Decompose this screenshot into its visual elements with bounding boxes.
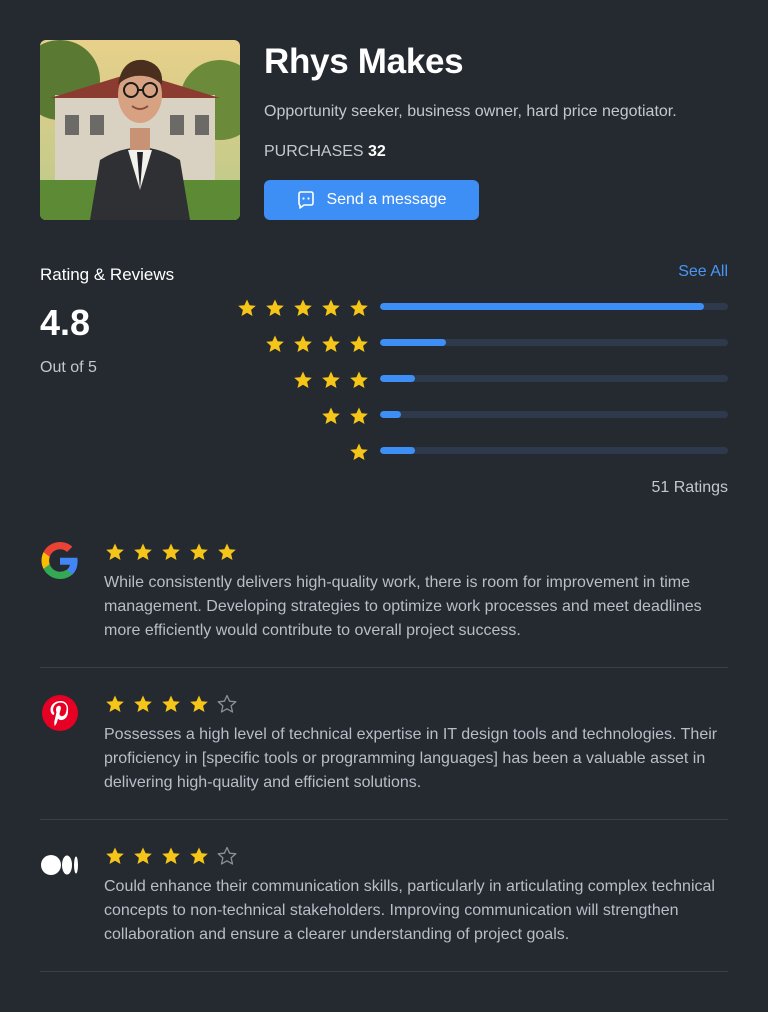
rating-bar-track [380, 375, 728, 382]
star-filled-icon [188, 846, 210, 866]
rating-bar-5-stars [200, 298, 728, 318]
ratings-title: Rating & Reviews [40, 265, 175, 284]
rating-bar-track [380, 447, 728, 454]
star-filled-icon [104, 846, 126, 866]
star-filled-icon [264, 298, 286, 318]
see-all-link[interactable]: See All [678, 263, 728, 281]
rating-score: 4.8 [40, 302, 91, 343]
rating-bar-stars [320, 406, 370, 426]
star-filled-icon [348, 298, 370, 318]
ratings-total: 51 Ratings [651, 479, 729, 496]
review-rating [104, 846, 238, 866]
rating-bar-stars [348, 442, 370, 462]
rating-bar-1-stars [200, 442, 728, 462]
star-filled-icon [160, 542, 182, 562]
chat-icon [296, 190, 316, 210]
rating-bar-track [380, 411, 728, 418]
rating-bar-fill [380, 375, 415, 382]
divider [40, 819, 728, 820]
star-filled-icon [348, 406, 370, 426]
star-filled-icon [132, 846, 154, 866]
review-rating [104, 694, 238, 714]
send-message-button[interactable]: Send a message [264, 180, 479, 220]
purchases-label: PURCHASES [264, 143, 364, 160]
star-filled-icon [188, 694, 210, 714]
star-filled-icon [132, 694, 154, 714]
rating-bar-fill [380, 339, 447, 346]
divider [40, 971, 728, 972]
rating-bar-track [380, 303, 728, 310]
review-text: Could enhance their communication skills… [104, 878, 715, 943]
rating-bar-track [380, 339, 728, 346]
rating-bar-fill [380, 411, 401, 418]
rating-bar-fill [380, 303, 704, 310]
google-icon [40, 541, 80, 581]
rating-scale: Out of 5 [40, 359, 97, 376]
review-text: Possesses a high level of technical expe… [104, 726, 718, 791]
profile-header: Rhys Makes Opportunity seeker, business … [40, 40, 728, 220]
star-filled-icon [160, 846, 182, 866]
rating-bar-4-stars [200, 334, 728, 354]
rating-bar-2-stars [200, 406, 728, 426]
star-filled-icon [292, 370, 314, 390]
star-filled-icon [320, 298, 342, 318]
star-filled-icon [320, 406, 342, 426]
avatar [40, 40, 240, 220]
purchases-count: 32 [368, 143, 386, 160]
star-filled-icon [160, 694, 182, 714]
star-empty-icon [216, 694, 238, 714]
send-message-label: Send a message [326, 191, 447, 208]
star-filled-icon [264, 334, 286, 354]
star-filled-icon [216, 542, 238, 562]
review-rating [104, 542, 238, 562]
star-filled-icon [348, 442, 370, 462]
star-filled-icon [320, 370, 342, 390]
star-filled-icon [292, 334, 314, 354]
purchases-stat: PURCHASES 32 [264, 143, 386, 161]
star-filled-icon [320, 334, 342, 354]
star-filled-icon [104, 694, 126, 714]
rating-bar-stars [236, 298, 370, 318]
medium-icon [40, 845, 80, 885]
star-filled-icon [132, 542, 154, 562]
rating-bar-3-stars [200, 370, 728, 390]
divider [40, 667, 728, 668]
profile-name: Rhys Makes [264, 42, 464, 81]
profile-bio: Opportunity seeker, business owner, hard… [264, 103, 677, 120]
star-filled-icon [236, 298, 258, 318]
star-filled-icon [104, 542, 126, 562]
star-filled-icon [348, 334, 370, 354]
pinterest-icon [40, 693, 80, 733]
star-empty-icon [216, 846, 238, 866]
rating-bar-fill [380, 447, 415, 454]
star-filled-icon [348, 370, 370, 390]
star-filled-icon [292, 298, 314, 318]
rating-bar-stars [292, 370, 370, 390]
review-text: While consistently delivers high-quality… [104, 574, 702, 639]
star-filled-icon [188, 542, 210, 562]
rating-bar-stars [264, 334, 370, 354]
